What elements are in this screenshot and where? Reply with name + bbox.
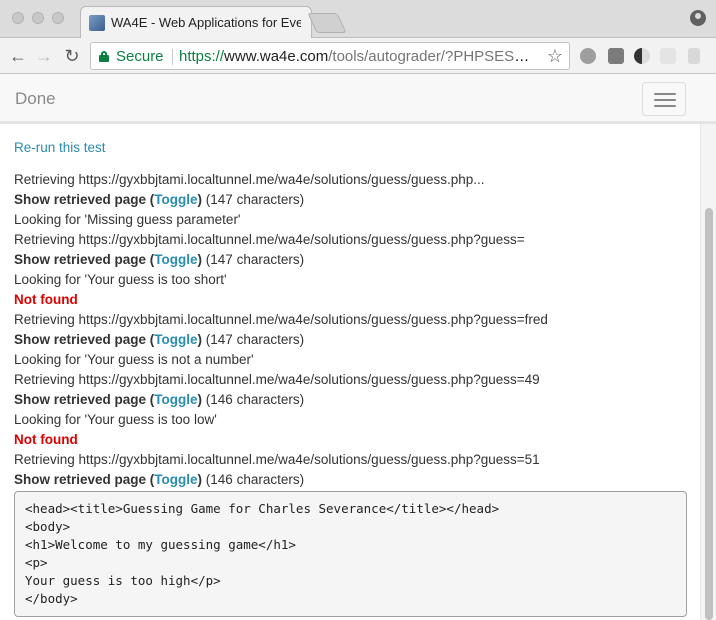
show-retrieved-page-label: Show retrieved page: [14, 332, 147, 347]
toggle-link[interactable]: Toggle: [154, 252, 197, 267]
scroll-thumb[interactable]: [705, 208, 713, 620]
show-retrieved-page-line: Show retrieved page (Toggle) (146 charac…: [14, 392, 305, 407]
browser-tab[interactable]: WA4E - Web Applications for Everybody: [80, 6, 312, 39]
contrast-icon[interactable]: [634, 48, 650, 64]
code-line: <body>: [25, 519, 71, 534]
url-path: /tools/autograder/?PHPSESSID...: [328, 48, 534, 65]
code-line: <head><title>Guessing Game for Charles S…: [25, 501, 500, 516]
not-found-message: Not found: [14, 292, 78, 307]
lock-icon: [99, 51, 109, 62]
favicon-icon: [89, 15, 105, 31]
rerun-test-link[interactable]: Re-run this test: [14, 138, 690, 158]
extension-icon-3[interactable]: [688, 48, 700, 64]
log-line: Retrieving https://gyxbbjtami.localtunne…: [14, 312, 548, 327]
toggle-link[interactable]: Toggle: [154, 392, 197, 407]
show-retrieved-page-line: Show retrieved page (Toggle) (147 charac…: [14, 192, 305, 207]
log-lines: Retrieving https://gyxbbjtami.localtunne…: [14, 170, 690, 490]
log-line: Retrieving https://gyxbbjtami.localtunne…: [14, 232, 525, 247]
reload-icon[interactable]: ↻: [60, 44, 84, 68]
url-host: www.wa4e.com: [224, 48, 329, 65]
toggle-link[interactable]: Toggle: [154, 192, 197, 207]
gear-icon[interactable]: [580, 48, 596, 64]
not-found-message: Not found: [14, 432, 78, 447]
maximize-window-button[interactable]: [52, 12, 64, 24]
log-line: Retrieving https://gyxbbjtami.localtunne…: [14, 372, 540, 387]
extension-icon-2[interactable]: [660, 48, 676, 64]
show-retrieved-page-line: Show retrieved page (Toggle) (147 charac…: [14, 332, 305, 347]
menu-toggle-button[interactable]: [642, 82, 686, 116]
show-retrieved-page-label: Show retrieved page: [14, 472, 147, 487]
retrieved-page-code: <head><title>Guessing Game for Charles S…: [14, 491, 687, 617]
character-count: (147 characters): [202, 192, 305, 207]
url-text[interactable]: https://www.wa4e.com/tools/autograder/?P…: [179, 48, 534, 65]
autograder-output: Re-run this test Retrieving https://gyxb…: [14, 138, 690, 617]
page-navbar: Done: [0, 74, 716, 124]
character-count: (146 characters): [202, 472, 305, 487]
log-line: Looking for 'Missing guess parameter': [14, 212, 241, 227]
log-line: Retrieving https://gyxbbjtami.localtunne…: [14, 452, 540, 467]
character-count: (147 characters): [202, 252, 305, 267]
back-icon[interactable]: ←: [6, 44, 30, 68]
secure-label: Secure: [116, 48, 164, 65]
code-line: <h1>Welcome to my guessing game</h1>: [25, 537, 296, 552]
character-count: (146 characters): [202, 392, 305, 407]
address-bar[interactable]: Secure https://www.wa4e.com/tools/autogr…: [90, 42, 570, 70]
menu-bar-1: [654, 93, 676, 95]
tab-strip: WA4E - Web Applications for Everybody: [0, 0, 716, 39]
show-retrieved-page-line: Show retrieved page (Toggle) (147 charac…: [14, 252, 305, 267]
url-scheme: https://: [179, 48, 225, 65]
show-retrieved-page-label: Show retrieved page: [14, 392, 147, 407]
tab-title: WA4E - Web Applications for Everybody: [111, 15, 301, 30]
log-line: Retrieving https://gyxbbjtami.localtunne…: [14, 172, 485, 187]
close-window-button[interactable]: [12, 12, 24, 24]
menu-bar-2: [654, 99, 676, 101]
extension-icon[interactable]: [608, 48, 624, 64]
show-retrieved-page-line: Show retrieved page (Toggle) (146 charac…: [14, 472, 305, 487]
log-line: Looking for 'Your guess is too short': [14, 272, 227, 287]
menu-bar-3: [654, 105, 676, 107]
show-retrieved-page-label: Show retrieved page: [14, 192, 147, 207]
done-link[interactable]: Done: [15, 89, 56, 109]
star-icon[interactable]: ☆: [547, 46, 563, 67]
toggle-link[interactable]: Toggle: [154, 332, 197, 347]
character-count: (147 characters): [202, 332, 305, 347]
browser-toolbar: ← → ↻ Secure https://www.wa4e.com/tools/…: [0, 38, 716, 74]
log-line: Looking for 'Your guess is too low': [14, 412, 217, 427]
log-line: Looking for 'Your guess is not a number': [14, 352, 254, 367]
show-retrieved-page-label: Show retrieved page: [14, 252, 147, 267]
minimize-window-button[interactable]: [32, 12, 44, 24]
profile-icon[interactable]: [690, 10, 706, 26]
forward-icon[interactable]: →: [32, 44, 56, 68]
code-line: </body>: [25, 591, 78, 606]
toggle-link[interactable]: Toggle: [154, 472, 197, 487]
omnibox-divider: [172, 49, 173, 65]
new-tab-button[interactable]: [307, 13, 347, 33]
code-line: Your guess is too high</p>: [25, 573, 221, 588]
code-line: <p>: [25, 555, 48, 570]
vertical-scrollbar[interactable]: [700, 124, 716, 620]
